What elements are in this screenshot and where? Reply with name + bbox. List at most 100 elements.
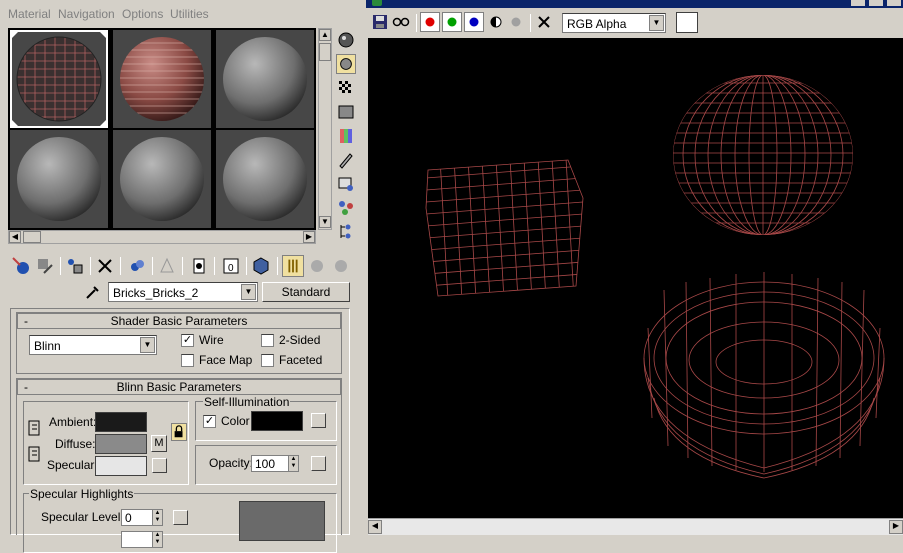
specular-level-spinner[interactable]: 0 ▲ ▼ bbox=[121, 509, 163, 526]
rollout-title: Blinn Basic Parameters bbox=[116, 380, 242, 394]
rollout-title: Shader Basic Parameters bbox=[110, 314, 248, 328]
material-effects-channel-icon[interactable]: 0 bbox=[220, 255, 242, 277]
backlight-icon[interactable] bbox=[336, 54, 356, 74]
show-map-in-viewport-icon[interactable] bbox=[250, 255, 272, 277]
opacity-spinner[interactable]: 100 ▲ ▼ bbox=[251, 455, 299, 472]
spinner-arrows-icon[interactable]: ▲ ▼ bbox=[152, 532, 162, 547]
sample-slot-5[interactable] bbox=[113, 130, 211, 228]
rollout-header[interactable]: - Blinn Basic Parameters bbox=[17, 379, 341, 395]
specular-map-button[interactable] bbox=[152, 458, 167, 473]
pick-material-from-object-icon[interactable] bbox=[84, 283, 102, 301]
glossiness-spinner[interactable]: ▲ ▼ bbox=[121, 531, 163, 548]
scroll-left-icon[interactable]: ◀ bbox=[9, 231, 21, 243]
diffuse-color-swatch[interactable] bbox=[95, 434, 147, 454]
options-icon[interactable] bbox=[336, 174, 356, 194]
two-sided-checkbox[interactable] bbox=[261, 334, 274, 347]
gray-sphere-preview bbox=[223, 137, 307, 221]
scroll-up-icon[interactable]: ▲ bbox=[319, 29, 331, 41]
video-color-check-icon[interactable] bbox=[336, 126, 356, 146]
maximize-icon[interactable] bbox=[869, 0, 883, 6]
rollout-header[interactable]: - Shader Basic Parameters bbox=[17, 313, 341, 329]
save-bitmap-icon[interactable] bbox=[372, 14, 388, 30]
faceted-checkbox[interactable] bbox=[261, 354, 274, 367]
sample-slot-2[interactable] bbox=[113, 30, 211, 128]
face-map-checkbox[interactable] bbox=[181, 354, 194, 367]
face-map-label: Face Map bbox=[199, 353, 253, 367]
diffuse-label: Diffuse: bbox=[55, 437, 96, 451]
make-preview-icon[interactable] bbox=[336, 150, 356, 170]
blue-channel-icon[interactable] bbox=[464, 12, 484, 32]
go-to-parent-icon[interactable] bbox=[306, 255, 328, 277]
scroll-thumb[interactable] bbox=[319, 43, 331, 61]
material-editor-panel: Material Navigation Options Utilities ▲ … bbox=[0, 0, 362, 553]
channel-display-select[interactable]: RGB Alpha ▼ bbox=[562, 13, 666, 33]
specular-color-swatch[interactable] bbox=[95, 456, 147, 476]
get-material-icon[interactable] bbox=[10, 255, 32, 277]
chevron-down-icon[interactable]: ▼ bbox=[241, 284, 256, 300]
scroll-right-icon[interactable]: ▶ bbox=[889, 520, 903, 534]
slots-horizontal-scrollbar[interactable]: ◀ ▶ bbox=[8, 230, 316, 244]
ambient-color-swatch[interactable] bbox=[95, 412, 147, 432]
chevron-down-icon[interactable]: ▼ bbox=[649, 15, 664, 31]
self-illum-color-label: Color bbox=[221, 414, 250, 428]
specular-label: Specular: bbox=[47, 458, 98, 472]
lock-diffuse-specular-icon[interactable] bbox=[27, 445, 43, 463]
wire-checkbox[interactable]: ✓ bbox=[181, 334, 194, 347]
svg-text:0: 0 bbox=[228, 263, 234, 274]
sample-slot-4[interactable] bbox=[10, 130, 108, 228]
put-to-library-icon[interactable] bbox=[188, 255, 210, 277]
go-forward-to-sibling-icon[interactable] bbox=[330, 255, 352, 277]
slots-vertical-scrollbar[interactable]: ▲ ▼ bbox=[318, 28, 332, 230]
self-illum-map-button[interactable] bbox=[311, 413, 326, 428]
spinner-arrows-icon[interactable]: ▲ ▼ bbox=[152, 510, 162, 525]
material-name-field[interactable]: Bricks_Bricks_2 ▼ bbox=[108, 282, 258, 302]
assign-material-to-selection-icon[interactable] bbox=[64, 255, 86, 277]
sample-uv-tiling-icon[interactable] bbox=[336, 102, 356, 122]
scroll-left-icon[interactable]: ◀ bbox=[368, 520, 382, 534]
diffuse-map-button[interactable]: M bbox=[151, 435, 167, 452]
scroll-down-icon[interactable]: ▼ bbox=[319, 216, 331, 228]
specular-level-label: Specular Level: bbox=[41, 510, 124, 524]
spinner-arrows-icon[interactable]: ▲ ▼ bbox=[288, 456, 298, 471]
sample-slot-3[interactable] bbox=[216, 30, 314, 128]
shader-type-select[interactable]: Blinn ▼ bbox=[29, 335, 157, 355]
scroll-right-icon[interactable]: ▶ bbox=[303, 231, 315, 243]
sample-type-sphere-icon[interactable] bbox=[336, 30, 356, 50]
specular-level-map-button[interactable] bbox=[173, 510, 188, 525]
gray-sphere-preview bbox=[120, 137, 204, 221]
monochrome-icon[interactable] bbox=[506, 12, 526, 32]
show-end-result-icon[interactable] bbox=[282, 255, 304, 277]
background-checker-icon[interactable] bbox=[336, 78, 356, 98]
green-channel-icon[interactable] bbox=[442, 12, 462, 32]
shader-basic-parameters-rollout: - Shader Basic Parameters Blinn ▼ ✓ Wire… bbox=[16, 312, 342, 374]
put-material-to-scene-icon[interactable] bbox=[34, 255, 56, 277]
chevron-down-icon[interactable]: ▼ bbox=[140, 337, 155, 353]
minimize-icon[interactable] bbox=[851, 0, 865, 6]
opacity-map-button[interactable] bbox=[311, 456, 326, 471]
lock-ambient-diffuse-icon[interactable] bbox=[27, 419, 43, 437]
scroll-thumb[interactable] bbox=[23, 231, 41, 243]
viewport-horizontal-scrollbar[interactable]: ◀ ▶ bbox=[368, 518, 903, 535]
select-by-material-icon[interactable] bbox=[336, 198, 356, 218]
lock-icon[interactable] bbox=[171, 423, 187, 441]
red-channel-icon[interactable] bbox=[420, 12, 440, 32]
self-illum-color-checkbox[interactable]: ✓ bbox=[203, 415, 216, 428]
close-icon[interactable] bbox=[887, 0, 901, 6]
clone-frame-icon[interactable] bbox=[392, 14, 410, 30]
gray-sphere-preview bbox=[17, 137, 101, 221]
menu-navigation[interactable]: Navigation bbox=[58, 7, 115, 21]
material-map-navigator-icon[interactable] bbox=[336, 222, 356, 242]
sample-slot-6[interactable] bbox=[216, 130, 314, 228]
menu-options[interactable]: Options bbox=[122, 7, 163, 21]
sample-slot-1[interactable] bbox=[10, 30, 108, 128]
menu-material[interactable]: Material bbox=[8, 7, 51, 21]
opacity-label: Opacity: bbox=[209, 456, 254, 470]
make-material-copy-icon[interactable] bbox=[126, 255, 148, 277]
material-type-button[interactable]: Standard bbox=[262, 282, 350, 302]
reset-map-icon[interactable] bbox=[94, 255, 116, 277]
alpha-channel-icon[interactable] bbox=[486, 12, 506, 32]
make-unique-icon[interactable] bbox=[156, 255, 178, 277]
clear-icon[interactable] bbox=[534, 12, 554, 32]
menu-utilities[interactable]: Utilities bbox=[170, 7, 209, 21]
self-illum-color-swatch[interactable] bbox=[251, 411, 303, 431]
